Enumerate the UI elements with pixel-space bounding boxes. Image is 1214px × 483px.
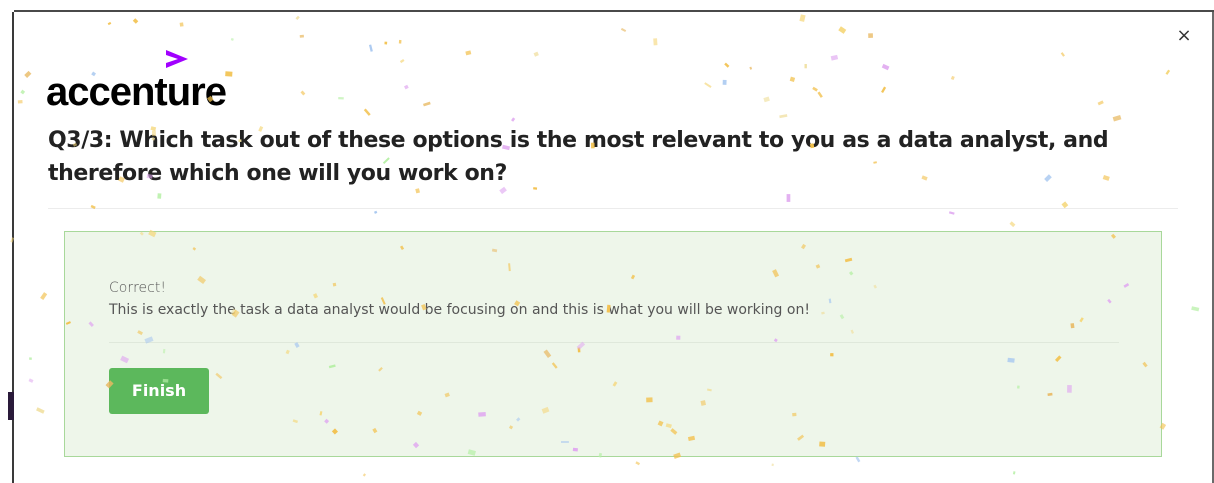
finish-button[interactable]: Finish [109,368,209,414]
feedback-divider [109,342,1119,343]
chevron-right-icon [166,50,188,68]
header-divider [48,208,1178,209]
window-left-edge [0,0,14,483]
question-title: Q3/3: Which task out of these options is… [48,128,1109,186]
app-frame: × accenture Q3/3: Which task out of thes… [0,0,1214,483]
feedback-message: This is exactly the task a data analyst … [109,302,810,318]
feedback-panel: Correct! This is exactly the task a data… [64,231,1162,457]
feedback-title: Correct! [109,280,166,296]
close-icon[interactable]: × [1176,25,1191,46]
logo-wordmark: accenture [46,70,227,114]
quiz-modal: × accenture Q3/3: Which task out of thes… [14,12,1212,483]
close-button[interactable]: × [1174,26,1194,46]
